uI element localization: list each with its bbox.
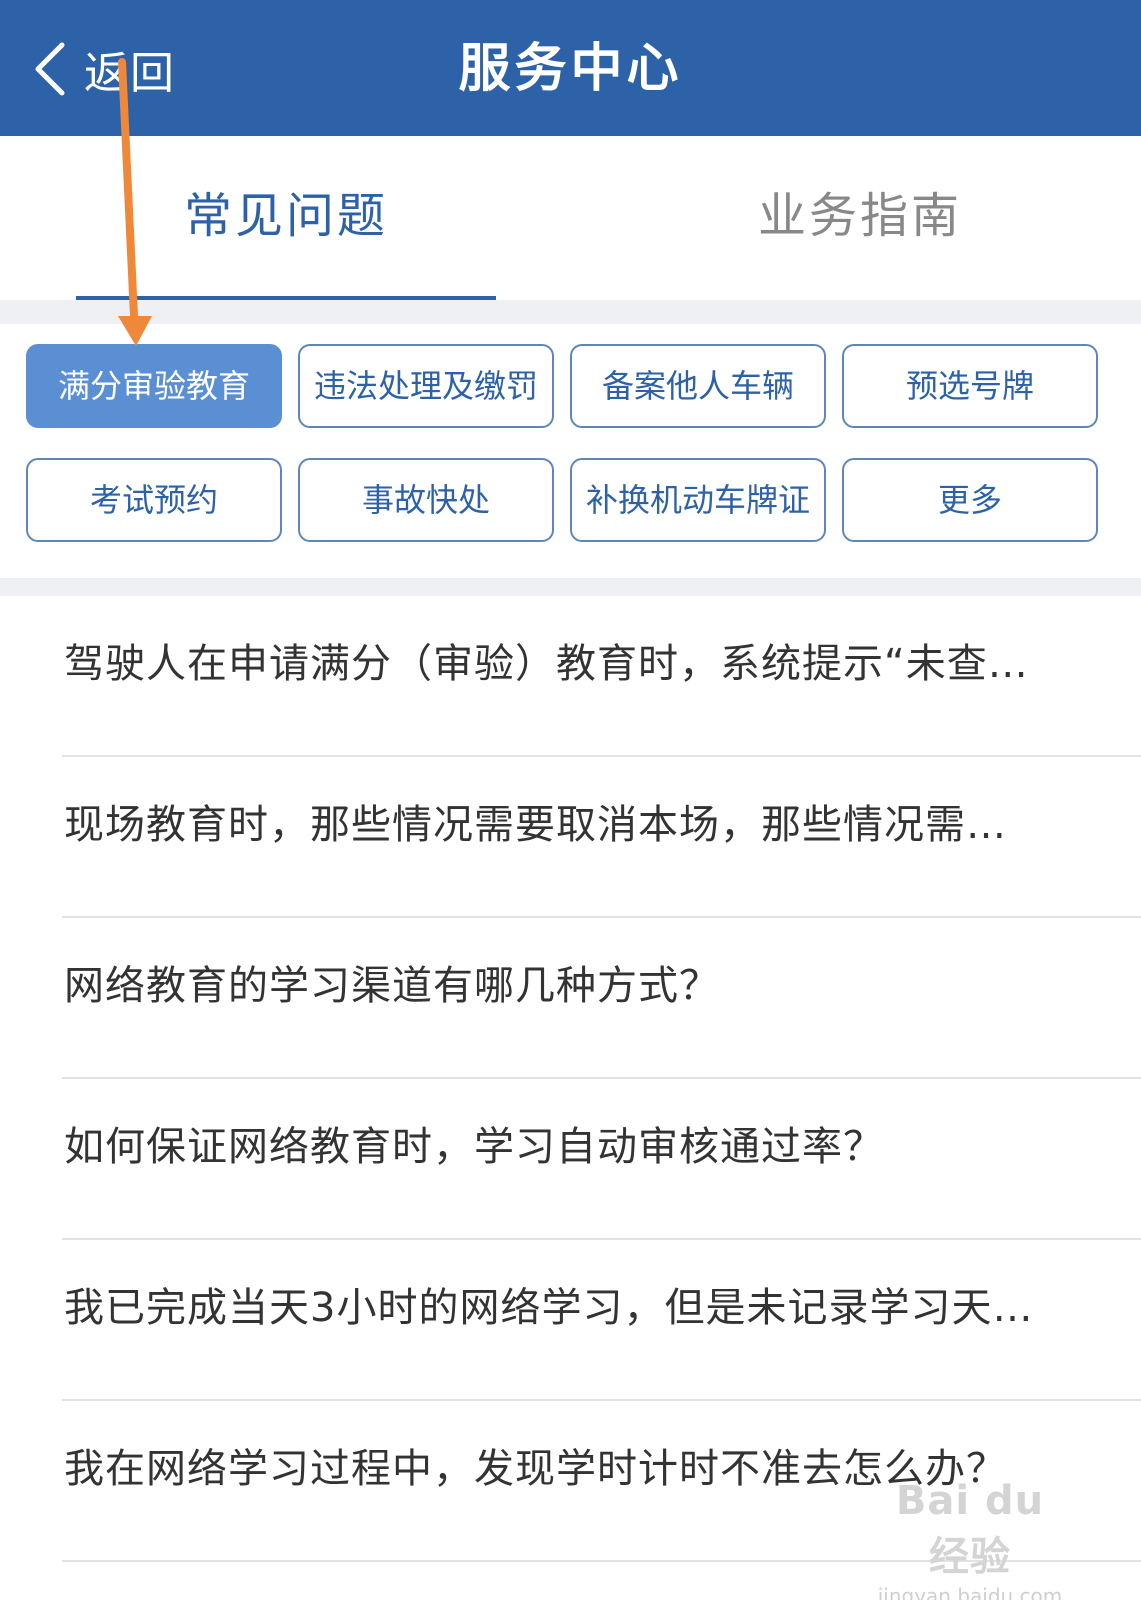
category-accident-fast-handling[interactable]: 事故快处 — [298, 458, 554, 542]
header-bar: 返回 服务中心 — [0, 0, 1141, 136]
category-violation-handling[interactable]: 违法处理及缴罚 — [298, 344, 554, 428]
tab-faq[interactable]: 常见问题 — [76, 176, 496, 256]
faq-item[interactable]: 我已完成当天3小时的网络学习，但是未记录学习天… — [62, 1240, 1141, 1401]
category-register-other-vehicle[interactable]: 备案他人车辆 — [570, 344, 826, 428]
watermark-url: jingyan.baidu.com — [877, 1584, 1063, 1600]
section-divider — [0, 578, 1141, 596]
faq-question: 网络教育的学习渠道有哪几种方式？ — [64, 963, 720, 1009]
category-exam-booking[interactable]: 考试预约 — [26, 458, 282, 542]
faq-question: 驾驶人在申请满分（审验）教育时，系统提示“未查… — [64, 641, 1029, 687]
page-title: 服务中心 — [458, 39, 683, 99]
watermark-logo: Bai du 经验 — [895, 1478, 1045, 1580]
faq-question: 现场教育时，那些情况需要取消本场，那些情况需… — [64, 802, 1007, 848]
faq-list: 驾驶人在申请满分（审验）教育时，系统提示“未查… 现场教育时，那些情况需要取消本… — [0, 596, 1141, 1562]
faq-item[interactable]: 现场教育时，那些情况需要取消本场，那些情况需… — [62, 757, 1141, 918]
category-replace-plate-license[interactable]: 补换机动车牌证 — [570, 458, 826, 542]
category-more[interactable]: 更多 — [842, 458, 1098, 542]
faq-item[interactable]: 如何保证网络教育时，学习自动审核通过率？ — [62, 1079, 1141, 1240]
category-grid: 满分审验教育 违法处理及缴罚 备案他人车辆 预选号牌 考试预约 事故快处 补换机… — [0, 324, 1141, 578]
tab-bar: 常见问题 业务指南 — [0, 136, 1141, 306]
category-preselect-plate[interactable]: 预选号牌 — [842, 344, 1098, 428]
faq-question: 如何保证网络教育时，学习自动审核通过率？ — [64, 1124, 884, 1170]
faq-item[interactable]: 驾驶人在申请满分（审验）教育时，系统提示“未查… — [62, 596, 1141, 757]
tab-guide[interactable]: 业务指南 — [650, 176, 1070, 256]
baidu-jingyan-watermark: Bai du 经验 jingyan.baidu.com — [870, 1478, 1070, 1600]
faq-item[interactable]: 网络教育的学习渠道有哪几种方式？ — [62, 918, 1141, 1079]
category-full-score-education[interactable]: 满分审验教育 — [26, 344, 282, 428]
faq-question: 我已完成当天3小时的网络学习，但是未记录学习天… — [64, 1285, 1034, 1331]
section-divider — [0, 300, 1141, 324]
